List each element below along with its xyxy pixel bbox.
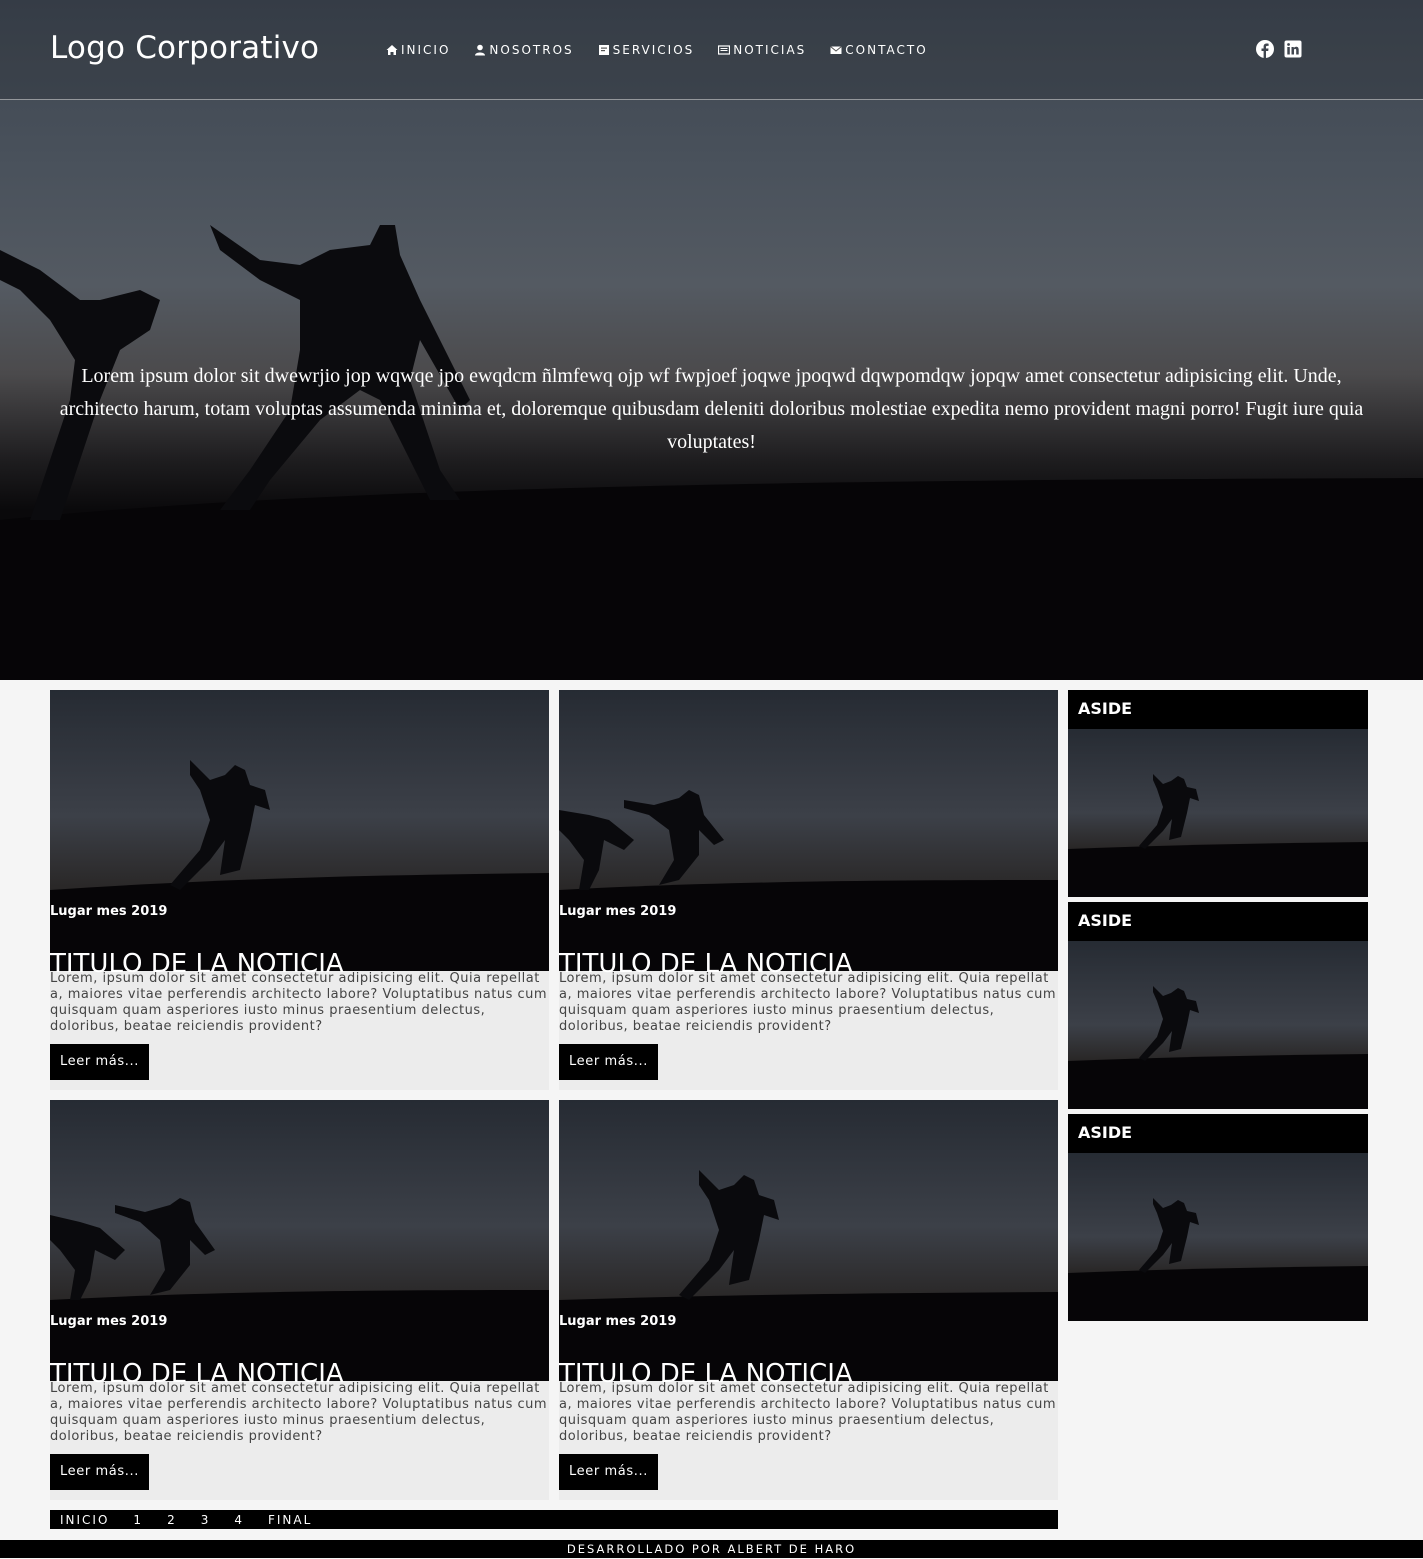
aside-image[interactable]	[1068, 941, 1368, 1109]
news-card: Lugar mes 2019 TITULO DE LA NOTICIA Lore…	[559, 690, 1058, 1090]
aside-title: ASIDE	[1078, 911, 1133, 930]
footer: DESARROLLADO POR ALBERT DE HARO	[0, 1540, 1423, 1558]
nav-item-nosotros[interactable]: NOSOTROS	[474, 43, 573, 57]
aside-block: ASIDE	[1068, 902, 1368, 1109]
envelope-icon	[830, 46, 843, 54]
nav-item-noticias[interactable]: NOTICIAS	[718, 43, 806, 57]
aside-title: ASIDE	[1078, 699, 1133, 718]
newspaper-icon	[718, 45, 731, 55]
news-card-excerpt: Lorem, ipsum dolor sit amet consectetur …	[50, 1381, 548, 1444]
nav-item-servicios[interactable]: SERVICIOS	[598, 43, 695, 57]
news-card-image	[50, 690, 549, 971]
news-card-meta: Lugar mes 2019	[559, 904, 677, 919]
services-icon	[598, 45, 609, 55]
nav-label: INICIO	[401, 43, 451, 57]
news-card-meta: Lugar mes 2019	[559, 1314, 677, 1329]
nav-label: SERVICIOS	[612, 43, 695, 57]
news-card-image	[559, 690, 1058, 971]
nav-label: NOSOTROS	[489, 43, 574, 57]
news-card-excerpt: Lorem, ipsum dolor sit amet consectetur …	[50, 971, 548, 1034]
page-1[interactable]: 1	[133, 1513, 143, 1527]
pagination: INICIO 1 2 3 4 FINAL	[50, 1510, 1058, 1529]
home-icon	[386, 45, 398, 55]
aside-image[interactable]	[1068, 729, 1368, 897]
read-more-button[interactable]: Leer más...	[559, 1044, 658, 1080]
aside-image[interactable]	[1068, 1153, 1368, 1321]
aside-block: ASIDE	[1068, 690, 1368, 897]
news-card-image	[559, 1100, 1058, 1381]
social-links	[1256, 40, 1302, 58]
aside-block: ASIDE	[1068, 1114, 1368, 1321]
news-card-excerpt: Lorem, ipsum dolor sit amet consectetur …	[559, 1381, 1057, 1444]
top-navigation-bar: Logo Corporativo INICIO NOSOTROS SERVICI…	[0, 0, 1423, 100]
hero-banner: Logo Corporativo INICIO NOSOTROS SERVICI…	[0, 0, 1423, 680]
nav-label: CONTACTO	[845, 43, 928, 57]
page-last[interactable]: FINAL	[268, 1513, 312, 1527]
hero-text: Lorem ipsum dolor sit dwewrjio jop wqwqe…	[59, 365, 1364, 453]
news-card: Lugar mes 2019 TITULO DE LA NOTICIA Lore…	[50, 690, 549, 1090]
nav-item-contacto[interactable]: CONTACTO	[830, 43, 927, 57]
page-4[interactable]: 4	[234, 1513, 244, 1527]
page-first[interactable]: INICIO	[60, 1513, 109, 1527]
facebook-icon[interactable]	[1256, 40, 1274, 58]
aside-title: ASIDE	[1078, 1123, 1133, 1142]
news-card-meta: Lugar mes 2019	[50, 1314, 168, 1329]
read-more-button[interactable]: Leer más...	[50, 1044, 149, 1080]
news-card-meta: Lugar mes 2019	[50, 904, 168, 919]
page-3[interactable]: 3	[201, 1513, 211, 1527]
news-card: Lugar mes 2019 TITULO DE LA NOTICIA Lore…	[50, 1100, 549, 1500]
page-2[interactable]: 2	[167, 1513, 177, 1527]
read-more-button[interactable]: Leer más...	[559, 1454, 658, 1490]
news-card-image	[50, 1100, 549, 1381]
hero-background-image	[0, 225, 1423, 680]
read-more-button[interactable]: Leer más...	[50, 1454, 149, 1490]
main-nav: INICIO NOSOTROS SERVICIOS NOTICIAS CONTA…	[386, 43, 928, 57]
user-icon	[475, 44, 486, 56]
linkedin-icon[interactable]	[1284, 40, 1302, 58]
nav-item-inicio[interactable]: INICIO	[386, 43, 450, 57]
news-card: Lugar mes 2019 TITULO DE LA NOTICIA Lore…	[559, 1100, 1058, 1500]
logo[interactable]: Logo Corporativo	[50, 30, 319, 66]
news-card-excerpt: Lorem, ipsum dolor sit amet consectetur …	[559, 971, 1057, 1034]
nav-label: NOTICIAS	[733, 43, 807, 57]
